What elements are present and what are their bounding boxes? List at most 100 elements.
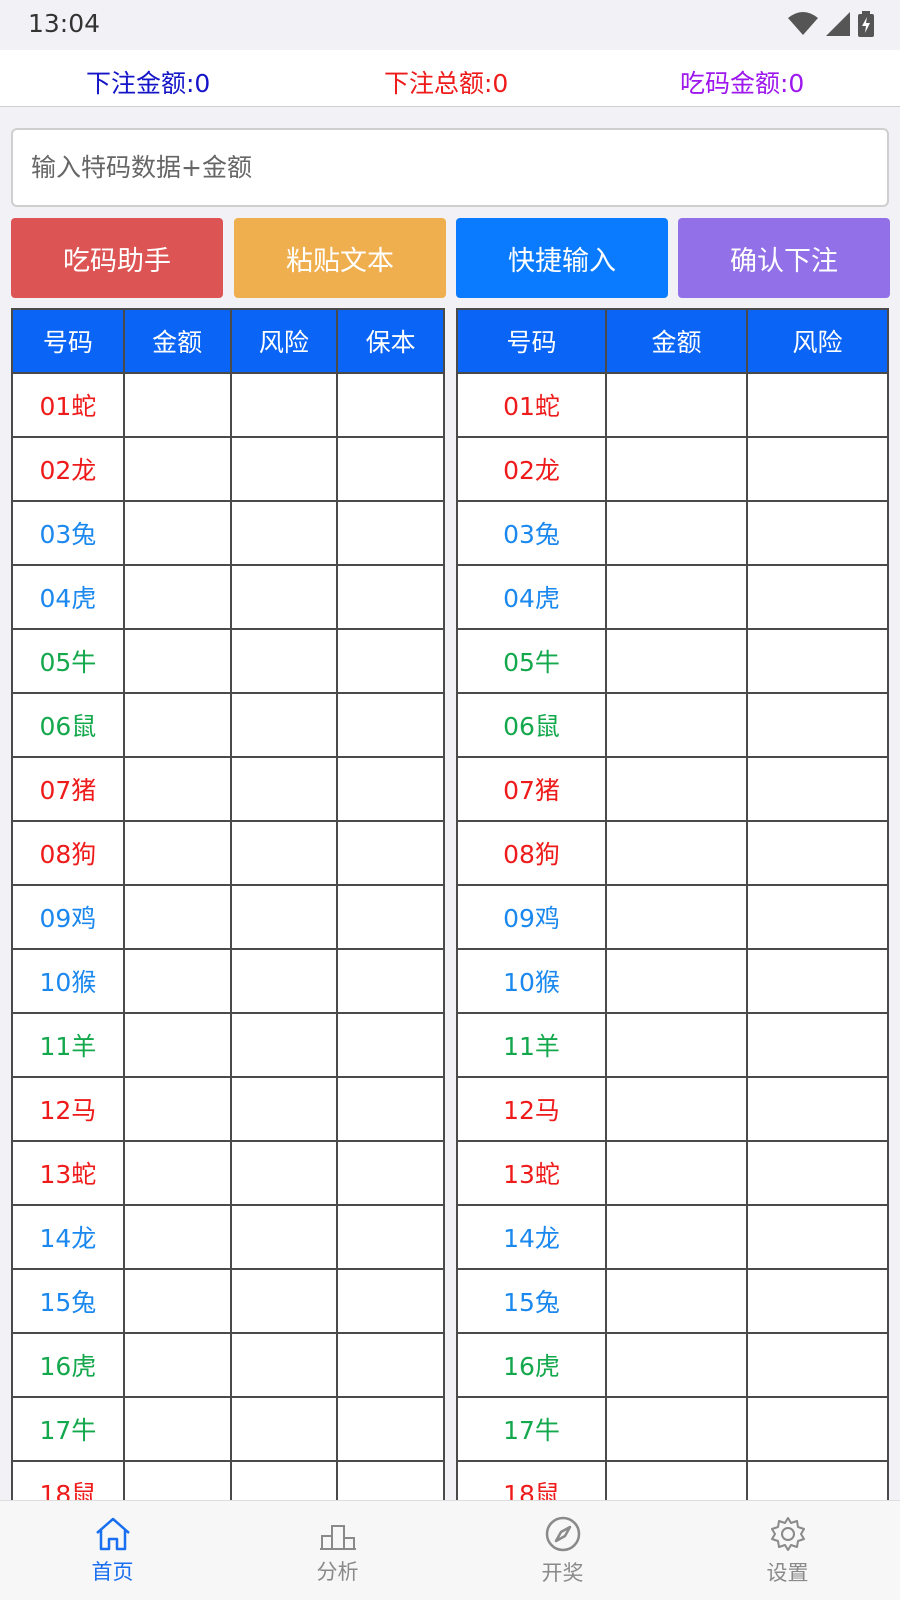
amount-cell[interactable] [122,884,232,950]
risk-cell[interactable] [229,1140,339,1206]
risk-cell[interactable] [229,1396,339,1462]
risk-cell[interactable] [746,564,889,630]
risk-cell[interactable] [746,820,889,886]
amount-cell[interactable] [122,820,232,886]
breakeven-cell[interactable] [336,948,445,1014]
risk-cell[interactable] [229,564,339,630]
risk-cell[interactable] [746,372,889,438]
breakeven-cell[interactable] [336,564,445,630]
breakeven-cell[interactable] [336,692,445,758]
risk-cell[interactable] [229,692,339,758]
nav-lottery[interactable]: 开奖 [450,1501,675,1600]
risk-cell[interactable] [229,1460,339,1500]
amount-cell[interactable] [122,1332,232,1398]
breakeven-cell[interactable] [336,1012,445,1078]
nav-home[interactable]: 首页 [0,1501,225,1600]
risk-cell[interactable] [229,1268,339,1334]
risk-cell[interactable] [229,1332,339,1398]
amount-cell[interactable] [605,628,749,694]
risk-cell[interactable] [229,1012,339,1078]
amount-cell[interactable] [605,1332,749,1398]
risk-cell[interactable] [746,500,889,566]
breakeven-cell[interactable] [336,1204,445,1270]
amount-cell[interactable] [122,1396,232,1462]
amount-cell[interactable] [605,1460,749,1500]
breakeven-cell[interactable] [336,1332,445,1398]
amount-cell[interactable] [122,1140,232,1206]
risk-cell[interactable] [229,500,339,566]
amount-cell[interactable] [605,436,749,502]
amount-cell[interactable] [605,500,749,566]
amount-cell[interactable] [605,564,749,630]
risk-cell[interactable] [746,692,889,758]
amount-cell[interactable] [605,692,749,758]
amount-cell[interactable] [605,1140,749,1206]
nav-settings[interactable]: 设置 [675,1501,900,1600]
risk-cell[interactable] [229,1204,339,1270]
breakeven-cell[interactable] [336,884,445,950]
amount-cell[interactable] [605,1396,749,1462]
breakeven-cell[interactable] [336,1076,445,1142]
breakeven-cell[interactable] [336,628,445,694]
risk-cell[interactable] [229,820,339,886]
breakeven-cell[interactable] [336,1140,445,1206]
amount-cell[interactable] [122,628,232,694]
risk-cell[interactable] [229,372,339,438]
amount-cell[interactable] [122,1268,232,1334]
amount-cell[interactable] [122,692,232,758]
breakeven-cell[interactable] [336,1460,445,1500]
risk-cell[interactable] [746,1140,889,1206]
amount-cell[interactable] [605,948,749,1014]
amount-cell[interactable] [122,1076,232,1142]
risk-cell[interactable] [746,628,889,694]
risk-cell[interactable] [229,436,339,502]
risk-cell[interactable] [229,628,339,694]
right-bet-table-container[interactable]: 号码 金额 风险 01蛇 02龙 03兔 04虎 05牛 06鼠 07猪 08狗 09鸡 10猴 1… [456,308,889,1500]
amount-cell[interactable] [122,756,232,822]
risk-cell[interactable] [229,1076,339,1142]
nav-analysis[interactable]: 分析 [225,1501,450,1600]
risk-cell[interactable] [746,948,889,1014]
amount-cell[interactable] [122,436,232,502]
risk-cell[interactable] [229,756,339,822]
amount-cell[interactable] [605,372,749,438]
amount-cell[interactable] [605,1076,749,1142]
left-bet-table-container[interactable]: 号码 金额 风险 保本 01蛇 02龙 03兔 04虎 05牛 06鼠 07猪 08狗 09鸡 1… [11,308,445,1500]
amount-cell[interactable] [122,1204,232,1270]
breakeven-cell[interactable] [336,820,445,886]
risk-cell[interactable] [229,948,339,1014]
amount-cell[interactable] [122,1012,232,1078]
amount-cell[interactable] [122,500,232,566]
amount-cell[interactable] [605,1012,749,1078]
amount-cell[interactable] [605,884,749,950]
breakeven-cell[interactable] [336,1268,445,1334]
risk-cell[interactable] [746,1460,889,1500]
risk-cell[interactable] [746,1012,889,1078]
quick-input-button[interactable]: 快捷输入 [456,218,668,298]
amount-cell[interactable] [605,756,749,822]
risk-cell[interactable] [746,1076,889,1142]
amount-cell[interactable] [122,1460,232,1500]
paste-text-button[interactable]: 粘贴文本 [234,218,446,298]
amount-cell[interactable] [122,948,232,1014]
risk-cell[interactable] [746,1204,889,1270]
breakeven-cell[interactable] [336,1396,445,1462]
amount-cell[interactable] [605,1204,749,1270]
amount-cell[interactable] [122,372,232,438]
risk-cell[interactable] [746,1396,889,1462]
confirm-bet-button[interactable]: 确认下注 [678,218,890,298]
breakeven-cell[interactable] [336,756,445,822]
risk-cell[interactable] [746,436,889,502]
risk-cell[interactable] [746,884,889,950]
breakeven-cell[interactable] [336,372,445,438]
risk-cell[interactable] [746,756,889,822]
breakeven-cell[interactable] [336,500,445,566]
breakeven-cell[interactable] [336,436,445,502]
amount-cell[interactable] [605,820,749,886]
risk-cell[interactable] [746,1332,889,1398]
eat-helper-button[interactable]: 吃码助手 [11,218,223,298]
amount-cell[interactable] [122,564,232,630]
risk-cell[interactable] [746,1268,889,1334]
amount-cell[interactable] [605,1268,749,1334]
risk-cell[interactable] [229,884,339,950]
